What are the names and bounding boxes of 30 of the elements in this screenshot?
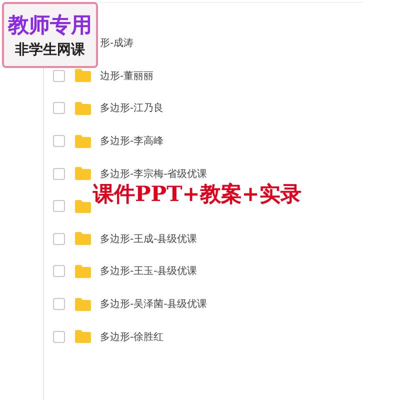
checkbox[interactable] xyxy=(53,70,65,82)
badge-title: 教师专用 xyxy=(8,12,92,39)
folder-name[interactable]: 多边形-李高峰 xyxy=(100,134,164,148)
checkbox[interactable] xyxy=(53,265,65,278)
badge-subtitle: 非学生网课 xyxy=(15,41,85,59)
folder-name[interactable]: 多边形-徐胜红 xyxy=(100,330,164,344)
folder-icon xyxy=(75,134,91,148)
checkbox[interactable] xyxy=(53,330,65,343)
promo-text: 课件PPT+教案+实录 xyxy=(93,183,302,204)
folder-icon xyxy=(75,167,91,180)
folder-icon xyxy=(75,298,91,311)
folder-icon xyxy=(75,69,91,82)
checkbox[interactable] xyxy=(53,200,65,212)
folder-icon xyxy=(75,264,91,278)
folder-name[interactable]: 多边形-王玉-县级优课 xyxy=(100,264,198,278)
folder-name[interactable]: 多边形-李宗梅-省级优课 xyxy=(100,166,208,181)
checkbox[interactable] xyxy=(53,135,65,148)
folder-name[interactable]: 多边形-王成-县级优课 xyxy=(100,232,198,246)
folder-name[interactable]: 边形-董丽丽 xyxy=(100,68,154,83)
folder-name[interactable]: 多边形-吴泽菌-县级优课 xyxy=(100,297,208,312)
folder-name[interactable]: 形-成涛 xyxy=(100,36,134,50)
folder-icon xyxy=(75,102,91,115)
folder-icon xyxy=(75,200,91,213)
folder-icon xyxy=(75,330,91,344)
checkbox[interactable] xyxy=(53,232,65,245)
checkbox[interactable] xyxy=(53,168,65,180)
checkbox[interactable] xyxy=(53,298,65,310)
folder-name[interactable]: 多边形-江乃良 xyxy=(100,101,164,116)
folder-icon xyxy=(75,232,91,246)
checkbox[interactable] xyxy=(53,102,65,114)
